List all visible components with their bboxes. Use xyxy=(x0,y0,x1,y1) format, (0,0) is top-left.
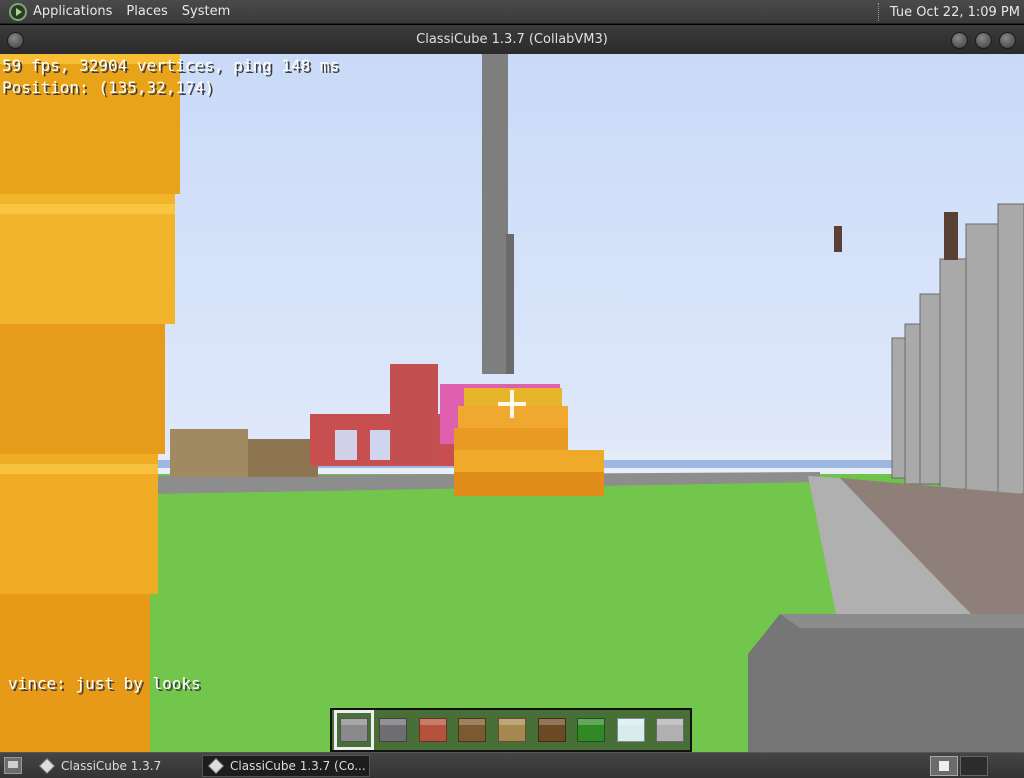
workspace-2[interactable] xyxy=(960,756,988,776)
held-block xyxy=(748,614,1024,752)
hotbar-slot-leaves[interactable] xyxy=(571,710,611,750)
wood-log-block-icon xyxy=(458,718,487,742)
wooden-hut xyxy=(170,429,248,477)
brick-tower xyxy=(390,364,438,464)
maximize-button[interactable] xyxy=(975,32,992,49)
stone-block-icon xyxy=(339,718,368,742)
task-label: ClassiCube 1.3.7 (Co... xyxy=(230,759,366,773)
position-readout: Position: (135,32,174) xyxy=(2,78,214,97)
panel-handle-icon xyxy=(877,3,882,21)
window-title: ClassiCube 1.3.7 (CollabVM3) xyxy=(416,32,608,47)
leaves-block-icon xyxy=(577,718,606,742)
player-entity xyxy=(834,226,842,252)
taskbar-item-classicube[interactable]: ClassiCube 1.3.7 xyxy=(34,755,198,777)
hotbar-slot-glass[interactable] xyxy=(611,710,651,750)
minimize-button[interactable] xyxy=(951,32,968,49)
hotbar[interactable] xyxy=(330,708,692,752)
slab-block-icon xyxy=(656,718,685,742)
taskbar: ClassiCube 1.3.7 ClassiCube 1.3.7 (Co... xyxy=(0,752,1024,778)
hotbar-slot-wood-log[interactable] xyxy=(453,710,493,750)
debug-stats: 59 fps, 32904 vertices, ping 148 ms xyxy=(2,56,340,75)
chat-message: vince: just by looks xyxy=(8,674,201,693)
hotbar-slot-brick[interactable] xyxy=(413,710,453,750)
clock-area: Tue Oct 22, 1:09 PM xyxy=(877,0,1024,24)
close-button[interactable] xyxy=(999,32,1016,49)
crosshair-icon xyxy=(510,390,514,418)
cube-icon xyxy=(208,758,224,774)
hotbar-slot-wood-planks[interactable] xyxy=(492,710,532,750)
clock[interactable]: Tue Oct 22, 1:09 PM xyxy=(890,5,1020,20)
stone-pillar xyxy=(482,54,508,374)
distro-logo-icon[interactable] xyxy=(9,2,27,21)
menu-applications[interactable]: Applications xyxy=(33,4,112,19)
hotbar-slot-gravel[interactable] xyxy=(374,710,414,750)
taskbar-item-classicube-collabvm[interactable]: ClassiCube 1.3.7 (Co... xyxy=(202,755,370,777)
wood-planks-block-icon xyxy=(498,718,527,742)
workspace-1[interactable] xyxy=(930,756,958,776)
wooden-hut xyxy=(248,439,318,477)
menu-system[interactable]: System xyxy=(182,4,230,19)
task-label: ClassiCube 1.3.7 xyxy=(61,759,162,773)
gravel-block-icon xyxy=(379,718,408,742)
brick-block-icon xyxy=(418,718,447,742)
tree-log-block-icon xyxy=(537,718,566,742)
glass-block-icon xyxy=(616,718,645,742)
game-viewport[interactable]: 59 fps, 32904 vertices, ping 148 ms Posi… xyxy=(0,54,1024,752)
top-panel: Applications Places System Tue Oct 22, 1… xyxy=(0,0,1024,24)
player-entity xyxy=(944,212,958,260)
hotbar-slot-tree-log[interactable] xyxy=(532,710,572,750)
window-titlebar[interactable]: ClassiCube 1.3.7 (CollabVM3) xyxy=(0,25,1024,54)
menu-places[interactable]: Places xyxy=(126,4,167,19)
hotbar-slot-stone[interactable] xyxy=(334,710,374,750)
hotbar-slot-slab[interactable] xyxy=(651,710,691,750)
cube-icon xyxy=(39,758,55,774)
show-desktop-icon[interactable] xyxy=(4,757,22,774)
